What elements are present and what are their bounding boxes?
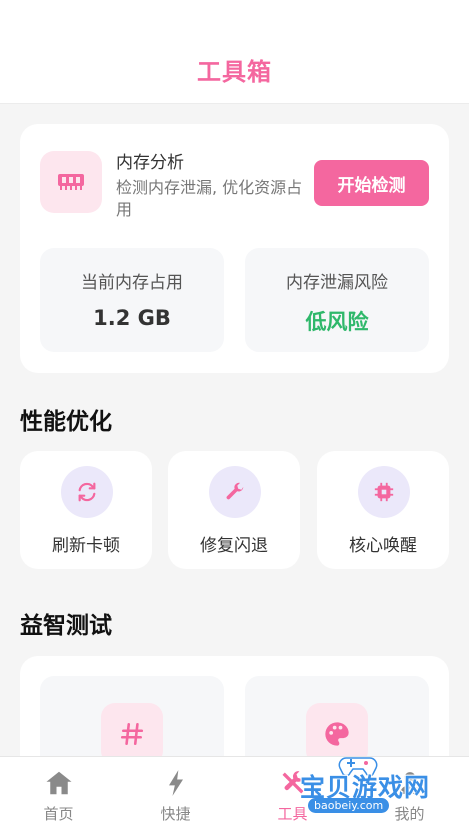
- section-title-puzzle: 益智测试: [20, 613, 112, 639]
- watermark-url: baobeiy.com: [308, 798, 390, 813]
- page-title: 工具箱: [197, 58, 272, 86]
- header-bar: 工具箱: [0, 0, 469, 104]
- memory-analysis-description: 检测内存泄漏, 优化资源占用: [116, 178, 303, 219]
- nav-label: 首页: [43, 805, 74, 823]
- current-memory-stat: 当前内存占用 1.2 GB: [40, 248, 224, 352]
- leak-risk-stat: 内存泄漏风险 低风险: [245, 248, 429, 352]
- stat-label: 当前内存占用: [81, 273, 183, 293]
- refresh-icon: [61, 466, 113, 518]
- chip-icon: [358, 466, 410, 518]
- stat-value: 1.2 GB: [93, 306, 171, 330]
- optimize-item-label: 修复闪退: [200, 536, 268, 556]
- memory-analysis-title: 内存分析: [116, 153, 184, 173]
- lightning-icon: [160, 767, 192, 799]
- stat-label: 内存泄漏风险: [286, 273, 388, 293]
- optimize-item-label: 核心唤醒: [349, 536, 417, 556]
- optimize-item-fix-crash[interactable]: 修复闪退: [168, 451, 300, 569]
- nav-item-home[interactable]: 首页: [0, 757, 117, 834]
- section-title-performance: 性能优化: [20, 409, 112, 435]
- start-detection-button[interactable]: 开始检测: [314, 160, 429, 206]
- ram-icon: [40, 151, 102, 213]
- optimize-item-label: 刷新卡顿: [52, 536, 120, 556]
- memory-analysis-card: 内存分析 检测内存泄漏, 优化资源占用 开始检测 当前内存占用 1.2 GB 内…: [20, 124, 449, 373]
- optimize-item-refresh[interactable]: 刷新卡顿: [20, 451, 152, 569]
- home-icon: [43, 767, 75, 799]
- nav-item-shortcut[interactable]: 快捷: [117, 757, 234, 834]
- optimize-item-core-wake[interactable]: 核心唤醒: [317, 451, 449, 569]
- stat-value: 低风险: [305, 310, 369, 334]
- wrench-icon: [209, 466, 261, 518]
- watermark-logo: 宝贝游戏网 baobeiy.com: [278, 757, 448, 828]
- nav-label: 快捷: [160, 805, 191, 823]
